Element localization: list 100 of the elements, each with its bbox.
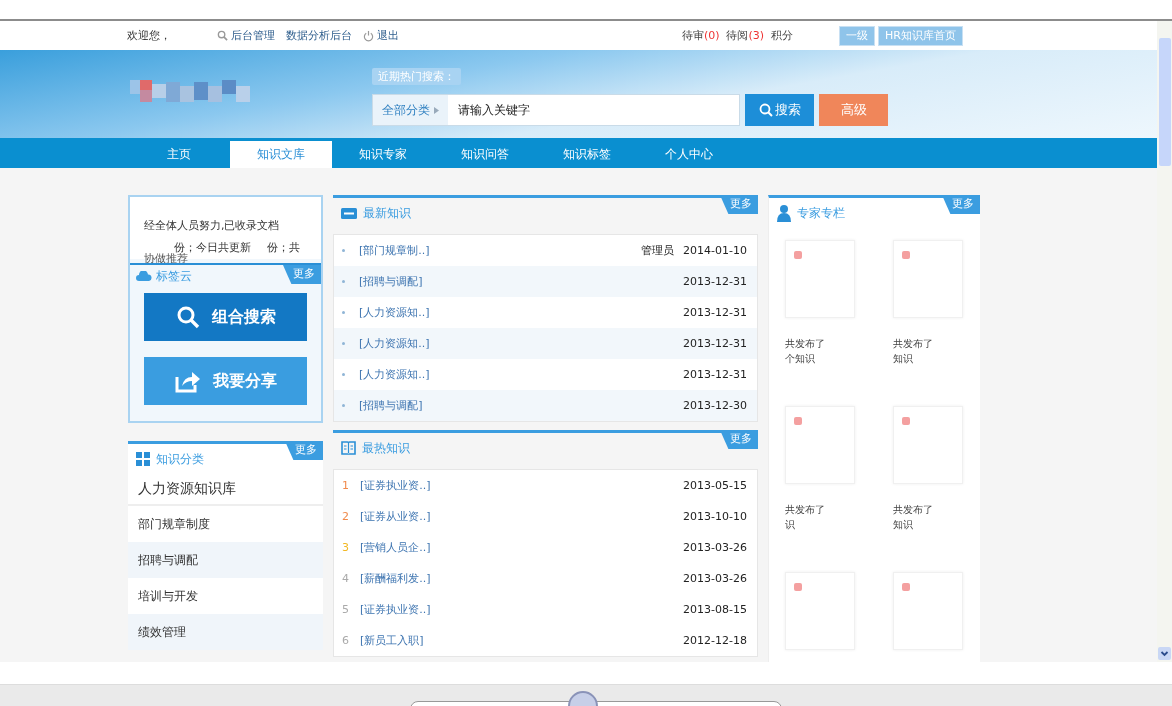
author-text: 管理员 bbox=[641, 243, 675, 258]
header-link[interactable]: 数据分析后台 bbox=[286, 28, 352, 43]
share-icon bbox=[174, 369, 201, 393]
date-text: 2013-08-15 bbox=[682, 603, 747, 616]
expert-caption: 共发布了 识 bbox=[785, 503, 826, 532]
nav-tab[interactable]: 知识专家 bbox=[332, 141, 434, 168]
search-icon bbox=[175, 305, 200, 329]
tag-cloud-title[interactable]: 标签云 bbox=[156, 267, 192, 285]
category-item[interactable]: 培训与开发 bbox=[128, 578, 323, 614]
date-text: 2013-05-15 bbox=[682, 479, 747, 492]
search-button[interactable]: 搜索 bbox=[745, 94, 814, 126]
category-link[interactable]: [新员工入职] bbox=[360, 633, 424, 648]
bullet-icon bbox=[342, 373, 345, 376]
more-link[interactable]: 更多 bbox=[942, 195, 980, 214]
header-link[interactable]: 后台管理 bbox=[231, 28, 275, 43]
nav-tab[interactable]: 主页 bbox=[128, 141, 230, 168]
scroll-down-icon[interactable] bbox=[1158, 647, 1171, 660]
category-link[interactable]: [人力资源知..] bbox=[359, 336, 430, 351]
broken-image-icon bbox=[901, 251, 910, 259]
expert-caption: 共发布了 知识 bbox=[892, 503, 934, 532]
category-link[interactable]: [证券执业资..] bbox=[360, 602, 431, 617]
category-item[interactable]: 人力资源知识库 bbox=[128, 474, 323, 506]
broken-image-icon bbox=[794, 417, 802, 425]
date-text: 2012-12-18 bbox=[682, 634, 747, 647]
bullet-icon bbox=[342, 280, 345, 283]
counter-label: 积分 bbox=[771, 29, 794, 42]
category-select[interactable]: 全部分类 bbox=[373, 95, 448, 125]
header-link[interactable]: 退出 bbox=[377, 28, 399, 43]
bullet-icon bbox=[342, 249, 345, 252]
rank-number: 3 bbox=[342, 541, 350, 554]
category-link[interactable]: [证券执业资..] bbox=[360, 478, 431, 493]
expert-caption: 共发布了 个知识 bbox=[785, 337, 826, 366]
search-field[interactable]: 全部分类 请输入关键字 bbox=[372, 94, 740, 126]
photo-frame[interactable] bbox=[785, 240, 855, 318]
photo-frame[interactable] bbox=[892, 406, 963, 484]
cloud-icon bbox=[136, 270, 152, 282]
grid-icon bbox=[136, 452, 150, 466]
date-text: 2013-12-30 bbox=[682, 399, 747, 412]
power-icon bbox=[363, 29, 374, 42]
photo-frame[interactable] bbox=[785, 406, 855, 484]
search-icon bbox=[217, 30, 228, 41]
bullet-icon bbox=[342, 342, 345, 345]
expert-caption: 共发布了 知识 bbox=[892, 337, 934, 366]
rank-number: 6 bbox=[342, 634, 350, 647]
counter-value: (0) bbox=[703, 29, 720, 42]
more-link[interactable]: 更多 bbox=[285, 441, 323, 460]
counter-label: 待审 bbox=[681, 29, 704, 42]
advanced-button[interactable]: 高级 bbox=[819, 94, 888, 126]
recommend-label: 协做推荐 bbox=[143, 253, 188, 263]
rank-number: 5 bbox=[342, 603, 350, 616]
date-text: 2013-12-31 bbox=[682, 306, 747, 319]
broken-image-icon bbox=[794, 251, 802, 259]
photo-frame[interactable] bbox=[785, 572, 855, 650]
category-link[interactable]: [招聘与调配] bbox=[359, 398, 423, 413]
date-text: 2013-03-26 bbox=[682, 541, 747, 554]
nav-tab[interactable]: 知识标签 bbox=[536, 141, 638, 168]
bullet-icon bbox=[342, 404, 345, 407]
photo-frame[interactable] bbox=[892, 240, 963, 318]
scrollbar[interactable] bbox=[1157, 21, 1172, 662]
action-button[interactable]: 我要分享 bbox=[144, 357, 307, 405]
counter-value: (3) bbox=[748, 29, 765, 42]
person-icon bbox=[777, 204, 791, 222]
date-text: 2014-01-10 bbox=[682, 244, 747, 257]
broken-image-icon bbox=[901, 417, 910, 425]
rank-number: 2 bbox=[342, 510, 350, 523]
rank-number: 1 bbox=[342, 479, 350, 492]
category-link[interactable]: [营销人员企..] bbox=[360, 540, 431, 555]
category-item[interactable]: 招聘与调配 bbox=[128, 542, 323, 578]
panel-title: 最新知识 bbox=[363, 204, 411, 222]
bullet-icon bbox=[342, 311, 345, 314]
category-link[interactable]: [薪酬福利发..] bbox=[360, 571, 431, 586]
panel-title: 最热知识 bbox=[362, 439, 410, 457]
category-item[interactable]: 部门规章制度 bbox=[128, 506, 323, 542]
date-text: 2013-12-31 bbox=[682, 368, 747, 381]
nav-tab[interactable]: 知识问答 bbox=[434, 141, 536, 168]
date-text: 2013-12-31 bbox=[682, 337, 747, 350]
search-icon bbox=[758, 103, 773, 117]
panel-title: 专家专栏 bbox=[797, 204, 845, 222]
more-link[interactable]: 更多 bbox=[720, 195, 758, 214]
nav-tab[interactable]: 个人中心 bbox=[638, 141, 740, 168]
panel-title: 知识分类 bbox=[156, 450, 204, 468]
photo-frame[interactable] bbox=[892, 572, 963, 650]
category-link[interactable]: [人力资源知..] bbox=[359, 305, 430, 320]
action-button[interactable]: 组合搜索 bbox=[144, 293, 307, 341]
date-text: 2013-10-10 bbox=[682, 510, 747, 523]
more-link[interactable]: 更多 bbox=[283, 265, 321, 284]
hot-search-label: 近期热门搜索： bbox=[372, 68, 461, 85]
category-link[interactable]: [部门规章制..] bbox=[359, 243, 430, 258]
date-text: 2013-12-31 bbox=[682, 275, 747, 288]
category-link[interactable]: [人力资源知..] bbox=[359, 367, 430, 382]
broken-image-icon bbox=[794, 583, 802, 591]
rank-number: 4 bbox=[342, 572, 350, 585]
category-link[interactable]: [招聘与调配] bbox=[359, 274, 423, 289]
category-link[interactable]: [证券从业资..] bbox=[360, 509, 431, 524]
scroll-thumb[interactable] bbox=[1158, 38, 1171, 166]
more-link[interactable]: 更多 bbox=[720, 430, 758, 449]
category-item[interactable]: 绩效管理 bbox=[128, 614, 323, 650]
nav-tab[interactable]: 知识文库 bbox=[230, 141, 332, 168]
caret-icon bbox=[434, 106, 439, 114]
date-text: 2013-03-26 bbox=[682, 572, 747, 585]
